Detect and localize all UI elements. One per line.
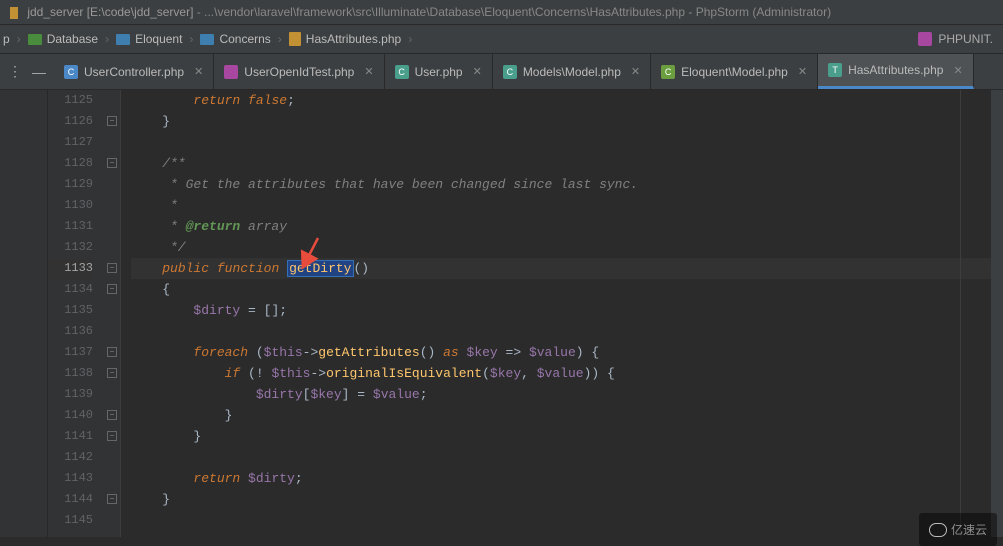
code-line [131, 447, 1003, 468]
code-line [131, 132, 1003, 153]
breadcrumb-item[interactable]: Eloquent [113, 32, 185, 46]
code-line: * Get the attributes that have been chan… [131, 174, 1003, 195]
method-selection: getDirty [287, 260, 353, 277]
breadcrumb-bar: p › Database › Eloquent › Concerns › Has… [0, 25, 1003, 54]
chevron-right-icon: › [274, 32, 286, 46]
tab-eloquent-model[interactable]: C Eloquent\Model.php ✕ [651, 54, 818, 89]
code-line: /** [131, 153, 1003, 174]
project-name: jdd_server [E:\code\jdd_server] [27, 5, 193, 19]
code-line: } [131, 426, 1003, 447]
code-line: */ [131, 237, 1003, 258]
fold-toggle-icon[interactable]: − [107, 494, 117, 504]
tab-controls: ⋮ — [0, 54, 54, 89]
php-trait-icon: T [828, 63, 842, 77]
close-icon[interactable]: ✕ [194, 65, 203, 78]
icon-placeholder [10, 7, 18, 19]
fold-gutter: − − − − − − − − − [105, 90, 121, 537]
watermark: 亿速云 [919, 513, 997, 546]
code-line [131, 510, 1003, 531]
chevron-right-icon: › [101, 32, 113, 46]
folder-icon [116, 34, 130, 45]
folder-icon [200, 34, 214, 45]
fold-toggle-icon[interactable]: − [107, 410, 117, 420]
close-icon[interactable]: ✕ [798, 65, 807, 78]
breadcrumb-item[interactable]: Concerns [197, 32, 273, 46]
code-area[interactable]: return false; } /** * Get the attributes… [121, 90, 1003, 537]
code-line: return $dirty; [131, 468, 1003, 489]
php-class-icon: C [503, 65, 517, 79]
left-gutter [0, 90, 48, 537]
php-class-icon: C [661, 65, 675, 79]
close-icon[interactable]: ✕ [631, 65, 640, 78]
close-icon[interactable]: ✕ [953, 64, 962, 77]
code-line: { [131, 279, 1003, 300]
php-test-icon [224, 65, 238, 79]
code-line: * @return array [131, 216, 1003, 237]
code-line: $dirty[$key] = $value; [131, 384, 1003, 405]
code-line: foreach ($this->getAttributes() as $key … [131, 342, 1003, 363]
tab-models-model[interactable]: C Models\Model.php ✕ [493, 54, 651, 89]
file-path: - ...\vendor\laravel\framework\src\Illum… [197, 5, 685, 19]
code-line: if (! $this->originalIsEquivalent($key, … [131, 363, 1003, 384]
code-line [131, 321, 1003, 342]
code-line: $dirty = []; [131, 300, 1003, 321]
breadcrumb-item[interactable]: Database [25, 32, 101, 46]
more-icon[interactable]: ⋮ [8, 63, 22, 80]
tab-user[interactable]: C User.php ✕ [385, 54, 493, 89]
right-margin [960, 90, 961, 537]
fold-toggle-icon[interactable]: − [107, 263, 117, 273]
title-bar: jdd_server [E:\code\jdd_server] - ...\ve… [0, 0, 1003, 25]
close-icon[interactable]: ✕ [364, 65, 373, 78]
ide-name: - PhpStorm (Administrator) [688, 5, 831, 19]
tab-usercontroller[interactable]: C UserController.php ✕ [54, 54, 214, 89]
tab-hasattributes[interactable]: T HasAttributes.php ✕ [818, 54, 974, 89]
chevron-right-icon: › [185, 32, 197, 46]
fold-toggle-icon[interactable]: − [107, 431, 117, 441]
breadcrumb-item[interactable]: p [0, 32, 13, 46]
folder-icon [28, 34, 42, 45]
php-class-icon: C [64, 65, 78, 79]
close-icon[interactable]: ✕ [473, 65, 482, 78]
php-class-icon: C [395, 65, 409, 79]
code-line: return false; [131, 90, 1003, 111]
php-file-icon [289, 32, 301, 46]
phpunit-badge[interactable]: PHPUNIT. [908, 25, 1003, 53]
breadcrumb-item[interactable]: HasAttributes.php [286, 32, 404, 46]
collapse-icon[interactable]: — [32, 64, 46, 80]
tab-useropenidtest[interactable]: UserOpenIdTest.php ✕ [214, 54, 384, 89]
line-gutter: 1125112611271128112911301131113211331134… [48, 90, 105, 537]
code-line: } [131, 405, 1003, 426]
tab-bar: ⋮ — C UserController.php ✕ UserOpenIdTes… [0, 54, 1003, 90]
fold-toggle-icon[interactable]: − [107, 158, 117, 168]
fold-toggle-icon[interactable]: − [107, 116, 117, 126]
code-line: } [131, 111, 1003, 132]
code-line: } [131, 489, 1003, 510]
code-line: * [131, 195, 1003, 216]
chevron-right-icon: › [13, 32, 25, 46]
scrollbar[interactable] [991, 90, 1003, 537]
phpunit-icon [918, 32, 932, 46]
fold-toggle-icon[interactable]: − [107, 284, 117, 294]
code-line-current: public function getDirty() [131, 258, 1003, 279]
fold-toggle-icon[interactable]: − [107, 368, 117, 378]
fold-toggle-icon[interactable]: − [107, 347, 117, 357]
watermark-icon [929, 523, 947, 537]
editor: 1125112611271128112911301131113211331134… [0, 90, 1003, 537]
chevron-right-icon: › [404, 32, 416, 46]
